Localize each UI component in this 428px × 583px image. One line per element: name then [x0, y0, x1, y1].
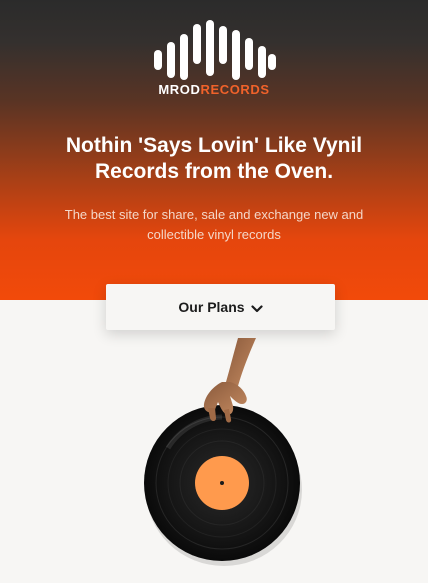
vinyl-record-hand-icon	[144, 338, 302, 566]
brand-name-part1: MROD	[158, 82, 201, 97]
hero-section: MRODRECORDS Nothin 'Says Lovin' Like Vyn…	[0, 0, 428, 300]
chevron-down-icon	[250, 302, 263, 313]
vinyl-record-illustration	[130, 338, 310, 566]
sound-wave-logo-icon	[154, 20, 276, 80]
our-plans-label: Our Plans	[178, 299, 245, 315]
hero-headline: Nothin 'Says Lovin' Like Vynil Records f…	[65, 134, 363, 183]
our-plans-button[interactable]: Our Plans	[106, 284, 335, 330]
hero-subtitle: The best site for share, sale and exchan…	[64, 207, 364, 242]
brand-name-part2: RECORDS	[200, 82, 270, 97]
brand-wordmark: MRODRECORDS	[0, 82, 428, 97]
